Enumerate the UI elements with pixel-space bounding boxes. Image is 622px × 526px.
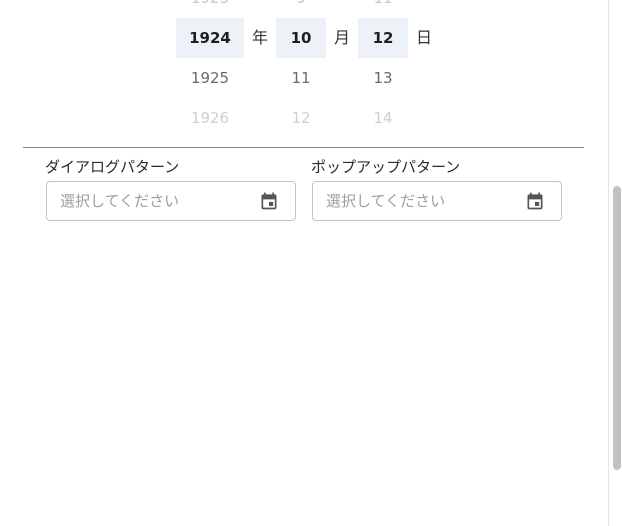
popup-pattern-field: ポップアップパターン [311, 156, 562, 221]
day-option-selected[interactable]: 12 [358, 18, 408, 58]
year-option-next[interactable]: 1925 [176, 58, 244, 98]
calendar-icon[interactable] [525, 191, 545, 211]
dialog-pattern-field: ダイアログパターン [45, 156, 296, 221]
year-wheel[interactable]: 1923 1924 1925 1926 [176, 0, 244, 140]
dialog-pattern-input-box[interactable] [46, 181, 296, 221]
year-option-next-2[interactable]: 1926 [176, 98, 244, 138]
month-option-prev[interactable]: 9 [276, 0, 326, 18]
year-unit-label: 年 [252, 28, 269, 47]
month-wheel[interactable]: 9 10 11 12 [276, 0, 326, 140]
picker-divider [23, 147, 584, 148]
dialog-pattern-label: ダイアログパターン [45, 158, 180, 176]
date-wheel-picker: 1923 1924 1925 1926 年 9 10 11 12 月 11 12… [0, 0, 608, 140]
vertical-scrollbar[interactable] [608, 0, 622, 526]
year-option-selected[interactable]: 1924 [176, 18, 244, 58]
month-unit-label: 月 [334, 28, 351, 47]
day-option-next[interactable]: 13 [358, 58, 408, 98]
day-option-next-2[interactable]: 14 [358, 98, 408, 138]
dialog-date-input[interactable] [60, 182, 250, 220]
month-option-next[interactable]: 11 [276, 58, 326, 98]
day-option-prev[interactable]: 11 [358, 0, 408, 18]
scrollbar-thumb[interactable] [613, 186, 621, 470]
popup-date-input[interactable] [326, 182, 516, 220]
day-wheel[interactable]: 11 12 13 14 [358, 0, 408, 140]
popup-pattern-input-box[interactable] [312, 181, 562, 221]
year-option-prev[interactable]: 1923 [176, 0, 244, 18]
day-unit-label: 日 [416, 28, 433, 47]
month-option-selected[interactable]: 10 [276, 18, 326, 58]
page-root: 1923 1924 1925 1926 年 9 10 11 12 月 11 12… [0, 0, 622, 526]
calendar-icon[interactable] [259, 191, 279, 211]
month-option-next-2[interactable]: 12 [276, 98, 326, 138]
popup-pattern-label: ポップアップパターン [311, 158, 461, 176]
